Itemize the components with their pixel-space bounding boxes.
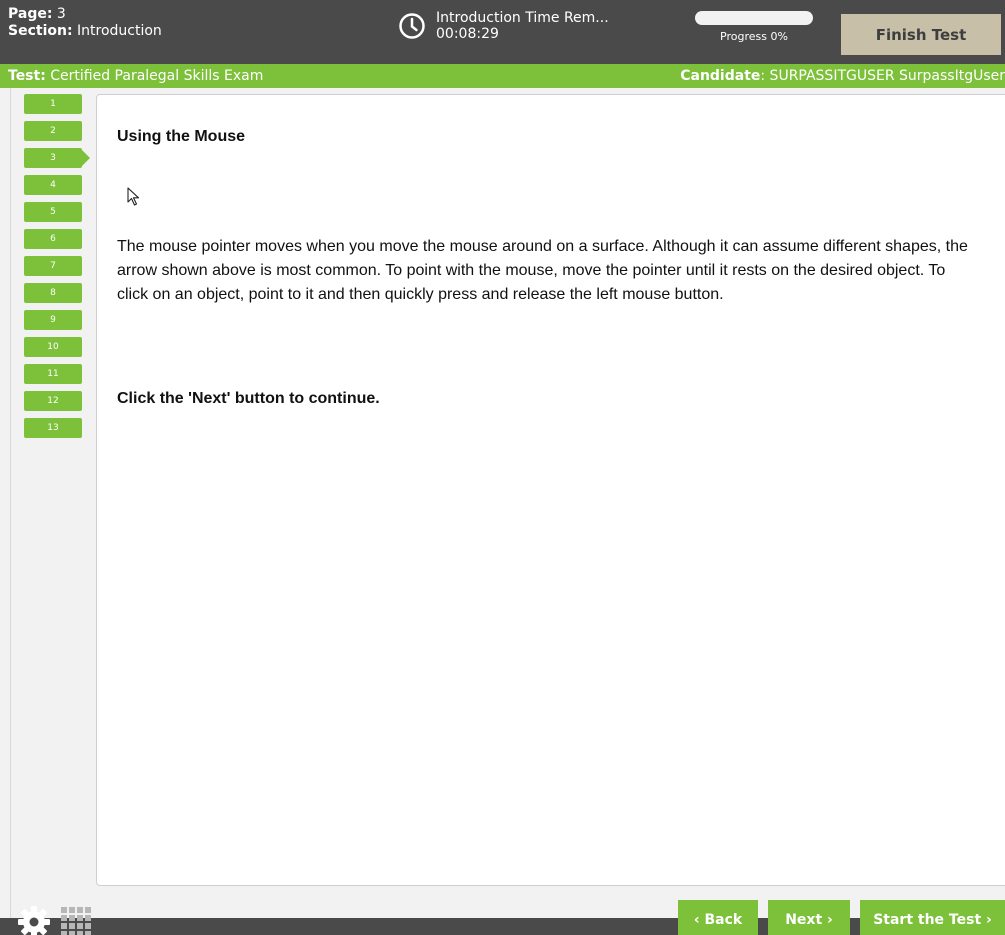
mouse-pointer-icon [127,187,140,206]
next-button[interactable]: Next › [768,900,850,935]
question-content: Using the Mouse The mouse pointer moves … [96,94,1005,886]
question-button[interactable]: 12 [24,391,82,411]
left-rail [10,88,11,918]
test-info-bar: Test: Certified Paralegal Skills Exam Ca… [0,64,1005,88]
gear-icon[interactable] [16,904,52,935]
question-button[interactable]: 9 [24,310,82,330]
question-button[interactable]: 10 [24,337,82,357]
section-label: Section: [8,23,73,39]
progress-label: Progress 0% [720,30,788,43]
question-button[interactable]: 1 [24,94,82,114]
test-name: Test: Certified Paralegal Skills Exam [8,68,264,84]
finish-test-button[interactable]: Finish Test [841,14,1001,55]
question-button[interactable]: 4 [24,175,82,195]
page-info: Page: 3 Section: Introduction [8,6,162,40]
question-button[interactable]: 5 [24,202,82,222]
question-button[interactable]: 8 [24,283,82,303]
grid-icon[interactable] [60,906,92,935]
timer-title: Introduction Time Rem... [436,10,609,26]
section-name: Introduction [77,23,162,39]
question-navigator: 1 2 3 4 5 6 7 8 9 10 11 12 13 [24,94,90,445]
start-test-button[interactable]: Start the Test › [860,900,1005,935]
question-button[interactable]: 6 [24,229,82,249]
continue-instruction: Click the 'Next' button to continue. [117,390,380,407]
content-body: The mouse pointer moves when you move th… [117,238,968,303]
clock-icon [399,13,425,39]
question-button[interactable]: 13 [24,418,82,438]
content-heading: Using the Mouse [117,128,246,145]
top-header: Page: 3 Section: Introduction Introducti… [0,0,1005,64]
timer: Introduction Time Rem... 00:08:29 [398,10,609,42]
question-button[interactable]: 2 [24,121,82,141]
question-button[interactable]: 11 [24,364,82,384]
progress-bar [695,11,813,25]
progress: Progress 0% [695,11,813,43]
question-button[interactable]: 3 [24,148,90,168]
back-button[interactable]: ‹ Back [678,900,758,935]
timer-value: 00:08:29 [436,26,499,42]
question-button[interactable]: 7 [24,256,82,276]
page-number: 3 [56,6,66,22]
footer-bar [0,918,1005,935]
candidate-name: Candidate: SURPASSITGUSER SurpassItgUser [680,68,1005,84]
page-label: Page: [8,6,53,22]
